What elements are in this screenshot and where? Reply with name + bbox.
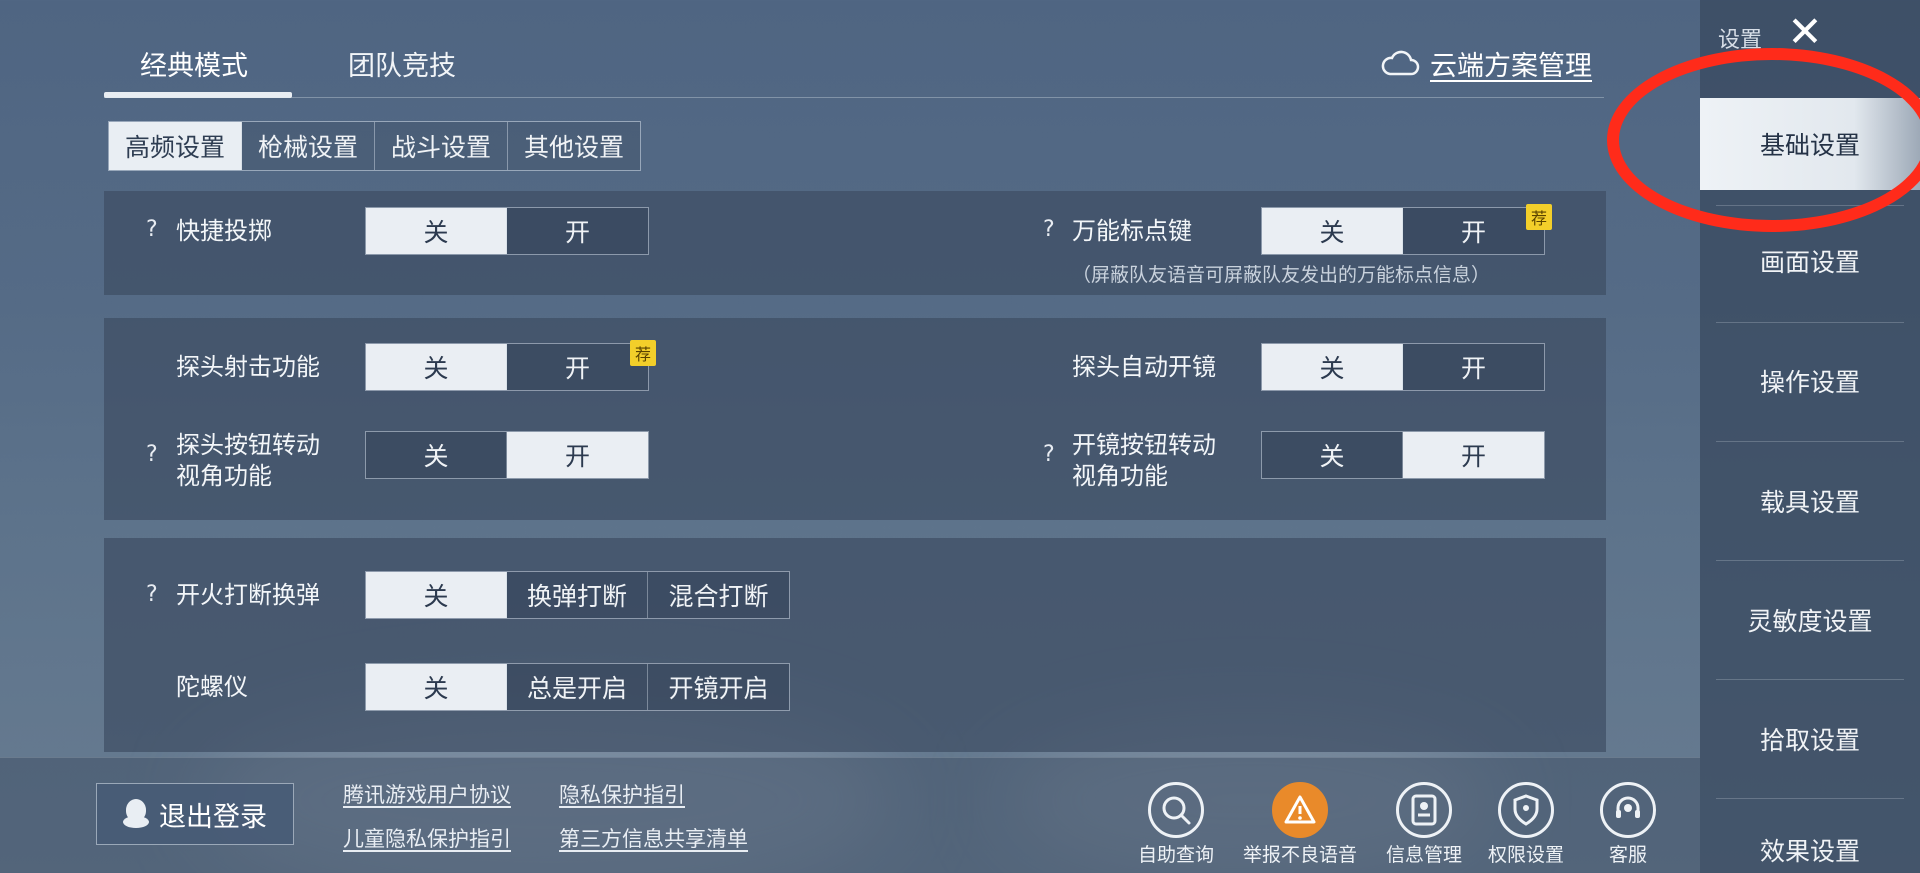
privacy-guide-link[interactable]: 隐私保护指引 xyxy=(559,779,685,809)
peek-auto-scope-toggle: 关 开 xyxy=(1261,343,1545,391)
quick-throw-on[interactable]: 开 xyxy=(507,208,648,254)
sidebar-item-pickup[interactable]: 拾取设置 xyxy=(1700,709,1920,769)
divider xyxy=(1716,679,1904,680)
peek-shoot-on-label: 开 xyxy=(564,354,590,383)
peek-shoot-label: 探头射击功能 xyxy=(176,353,320,381)
divider xyxy=(104,97,1604,98)
divider xyxy=(1716,560,1904,561)
fire-interrupt-label: 开火打断换弹 xyxy=(176,581,320,609)
child-privacy-link[interactable]: 儿童隐私保护指引 xyxy=(343,823,511,853)
report-voice-label: 举报不良语音 xyxy=(1242,844,1358,866)
permission-label: 权限设置 xyxy=(1487,844,1565,866)
fire-interrupt-reload[interactable]: 换弹打断 xyxy=(507,572,648,618)
scope-btn-rotate-label-2: 视角功能 xyxy=(1072,462,1168,490)
sidebar-item-effects[interactable]: 效果设置 xyxy=(1700,828,1920,872)
peek-btn-rotate-off[interactable]: 关 xyxy=(366,432,507,478)
peek-btn-rotate-label-1: 探头按钮转动 xyxy=(176,431,320,459)
scope-btn-rotate-on[interactable]: 开 xyxy=(1403,432,1544,478)
user-agreement-link[interactable]: 腾讯游戏用户协议 xyxy=(343,779,511,809)
qq-icon xyxy=(123,799,149,829)
third-party-info-link[interactable]: 第三方信息共享清单 xyxy=(559,823,748,853)
gyro-off[interactable]: 关 xyxy=(366,664,507,710)
peek-btn-rotate-toggle: 关 开 xyxy=(365,431,649,479)
subtab-high-frequency[interactable]: 高频设置 xyxy=(109,122,243,170)
subtab-combat[interactable]: 战斗设置 xyxy=(375,122,509,170)
info-manage-label: 信息管理 xyxy=(1385,844,1463,866)
sidebar-item-sensitivity[interactable]: 灵敏度设置 xyxy=(1700,590,1920,650)
divider xyxy=(1716,322,1904,323)
universal-mark-on-label: 开 xyxy=(1460,218,1486,247)
help-icon[interactable]: ? xyxy=(146,217,158,242)
universal-mark-note: （屏蔽队友语音可屏蔽队友发出的万能标点信息） xyxy=(1072,264,1491,286)
headset-icon[interactable] xyxy=(1600,782,1656,838)
peek-btn-rotate-label-2: 视角功能 xyxy=(176,462,272,490)
sidebar-title: 设置 xyxy=(1718,28,1763,53)
sub-tab-bar: 高频设置 枪械设置 战斗设置 其他设置 xyxy=(108,121,642,171)
warning-icon[interactable] xyxy=(1272,782,1328,838)
peek-auto-scope-off[interactable]: 关 xyxy=(1262,344,1403,390)
logout-label: 退出登录 xyxy=(159,801,267,833)
tab-team-deathmatch[interactable]: 团队竞技 xyxy=(348,44,456,83)
recommended-badge: 荐 xyxy=(630,340,656,366)
scope-btn-rotate-off[interactable]: 关 xyxy=(1262,432,1403,478)
close-icon[interactable]: ✕ xyxy=(1782,7,1828,56)
id-card-icon[interactable] xyxy=(1396,782,1452,838)
gyro-label: 陀螺仪 xyxy=(176,673,248,701)
quick-throw-toggle: 关 开 xyxy=(365,207,649,255)
help-icon[interactable]: ? xyxy=(146,582,158,607)
sidebar-item-vehicle[interactable]: 载具设置 xyxy=(1700,471,1920,531)
sidebar-item-basic[interactable]: 基础设置 xyxy=(1700,98,1920,190)
divider xyxy=(1716,205,1904,206)
customer-service-label: 客服 xyxy=(1608,844,1648,866)
peek-btn-rotate-on[interactable]: 开 xyxy=(507,432,648,478)
peek-shoot-toggle: 关 开 荐 xyxy=(365,340,656,391)
gyro-scope[interactable]: 开镜开启 xyxy=(648,664,789,710)
peek-shoot-on[interactable]: 开 荐 xyxy=(507,340,656,390)
peek-auto-scope-label: 探头自动开镜 xyxy=(1072,353,1216,381)
universal-mark-off[interactable]: 关 xyxy=(1262,208,1403,254)
subtab-other[interactable]: 其他设置 xyxy=(508,122,641,170)
quick-throw-off[interactable]: 关 xyxy=(366,208,507,254)
sidebar-item-controls[interactable]: 操作设置 xyxy=(1700,351,1920,411)
fire-interrupt-selector: 关 换弹打断 混合打断 xyxy=(365,571,790,619)
peek-shoot-off[interactable]: 关 xyxy=(366,344,507,390)
help-icon[interactable]: ? xyxy=(146,442,158,467)
peek-auto-scope-on[interactable]: 开 xyxy=(1403,344,1544,390)
scope-btn-rotate-label-1: 开镜按钮转动 xyxy=(1072,431,1216,459)
search-icon[interactable] xyxy=(1148,782,1204,838)
fire-interrupt-mixed[interactable]: 混合打断 xyxy=(648,572,789,618)
scope-btn-rotate-toggle: 关 开 xyxy=(1261,431,1545,479)
tab-classic-mode[interactable]: 经典模式 xyxy=(140,44,248,83)
shield-icon[interactable] xyxy=(1498,782,1554,838)
gyro-selector: 关 总是开启 开镜开启 xyxy=(365,663,790,711)
sidebar-item-graphics[interactable]: 画面设置 xyxy=(1700,231,1920,291)
help-icon[interactable]: ? xyxy=(1043,442,1055,467)
settings-panel-3 xyxy=(104,538,1606,752)
self-query-label: 自助查询 xyxy=(1137,844,1215,866)
universal-mark-on[interactable]: 开 荐 xyxy=(1403,204,1552,254)
cloud-plan-button[interactable]: 云端方案管理 xyxy=(1380,44,1592,83)
help-icon[interactable]: ? xyxy=(1043,217,1055,242)
cloud-plan-label: 云端方案管理 xyxy=(1430,51,1592,82)
recommended-badge: 荐 xyxy=(1526,204,1552,230)
divider xyxy=(1716,441,1904,442)
fire-interrupt-off[interactable]: 关 xyxy=(366,572,507,618)
quick-throw-label: 快捷投掷 xyxy=(176,217,272,245)
logout-button[interactable]: 退出登录 xyxy=(96,783,294,845)
gyro-always[interactable]: 总是开启 xyxy=(507,664,648,710)
divider xyxy=(1716,798,1904,799)
universal-mark-toggle: 关 开 荐 xyxy=(1261,204,1552,255)
cloud-icon xyxy=(1381,50,1420,75)
subtab-firearms[interactable]: 枪械设置 xyxy=(242,122,376,170)
universal-mark-label: 万能标点键 xyxy=(1072,217,1192,245)
